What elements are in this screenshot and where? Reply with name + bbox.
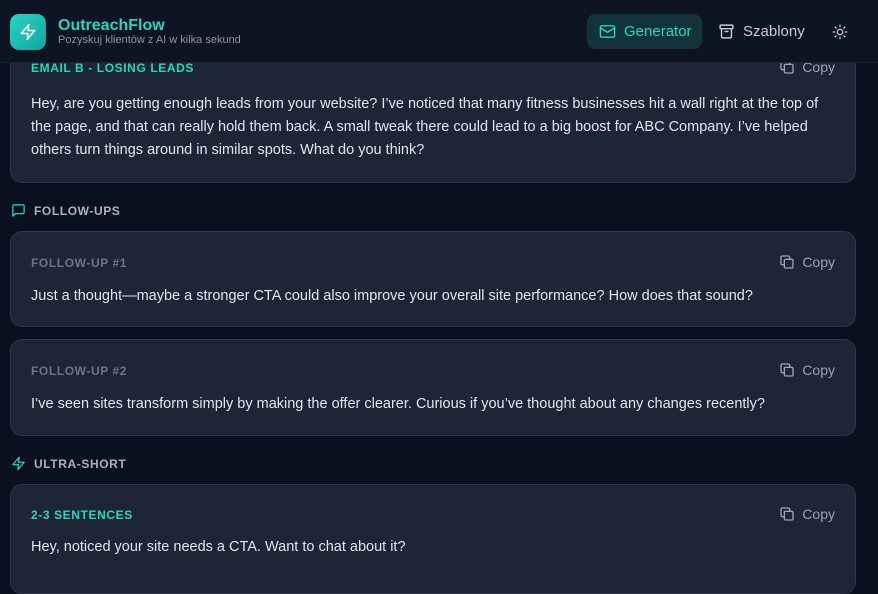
- followup-text: I’ve seen sites transform simply by maki…: [31, 396, 765, 412]
- ultra-short-heading-label: ULTRA-SHORT: [34, 456, 127, 471]
- sun-icon: [832, 24, 848, 40]
- copy-label: Copy: [802, 254, 835, 270]
- followup-label: FOLLOW-UP #2: [31, 364, 128, 378]
- zap-icon: [19, 23, 37, 41]
- message-square-icon: [11, 203, 26, 218]
- copy-button[interactable]: Copy: [779, 254, 835, 270]
- followups-heading: FOLLOW-UPS: [11, 203, 120, 218]
- copy-icon: [779, 362, 795, 378]
- ultra-short-card: 2-3 SENTENCES Copy Hey, noticed your sit…: [10, 484, 856, 594]
- copy-label: Copy: [802, 506, 835, 522]
- nav-templates[interactable]: Szablony: [714, 14, 818, 49]
- zap-icon: [11, 456, 26, 471]
- theme-toggle-button[interactable]: [826, 18, 854, 46]
- nav-generator[interactable]: Generator: [587, 14, 702, 49]
- email-b-label: EMAIL B - LOSING LEADS: [31, 61, 194, 75]
- mail-icon: [599, 23, 616, 40]
- app-logo[interactable]: [10, 14, 46, 50]
- followup-text: Just a thought—maybe a stronger CTA coul…: [31, 288, 753, 304]
- followup-card: FOLLOW-UP #2 Copy I’ve seen sites transf…: [10, 339, 856, 436]
- app-header: OutreachFlow Pozyskuj klientów z AI w ki…: [0, 0, 878, 63]
- copy-button[interactable]: Copy: [779, 506, 835, 522]
- copy-button[interactable]: Copy: [779, 362, 835, 378]
- copy-icon: [779, 506, 795, 522]
- followup-label: FOLLOW-UP #1: [31, 256, 128, 270]
- brand-subtitle: Pozyskuj klientów z AI w kilka sekund: [58, 34, 241, 46]
- nav-generator-label: Generator: [624, 23, 692, 40]
- copy-label: Copy: [802, 362, 835, 378]
- nav-templates-label: Szablony: [743, 23, 805, 40]
- brand-title: OutreachFlow: [58, 17, 165, 34]
- archive-icon: [718, 23, 735, 40]
- copy-icon: [779, 254, 795, 270]
- email-b-text: Hey, are you getting enough leads from y…: [31, 96, 819, 158]
- ultra-short-label: 2-3 SENTENCES: [31, 508, 133, 522]
- ultra-short-text: Hey, noticed your site needs a CTA. Want…: [31, 539, 406, 555]
- followups-heading-label: FOLLOW-UPS: [34, 203, 121, 218]
- ultra-short-heading: ULTRA-SHORT: [11, 456, 126, 471]
- followup-card: FOLLOW-UP #1 Copy Just a thought—maybe a…: [10, 231, 856, 327]
